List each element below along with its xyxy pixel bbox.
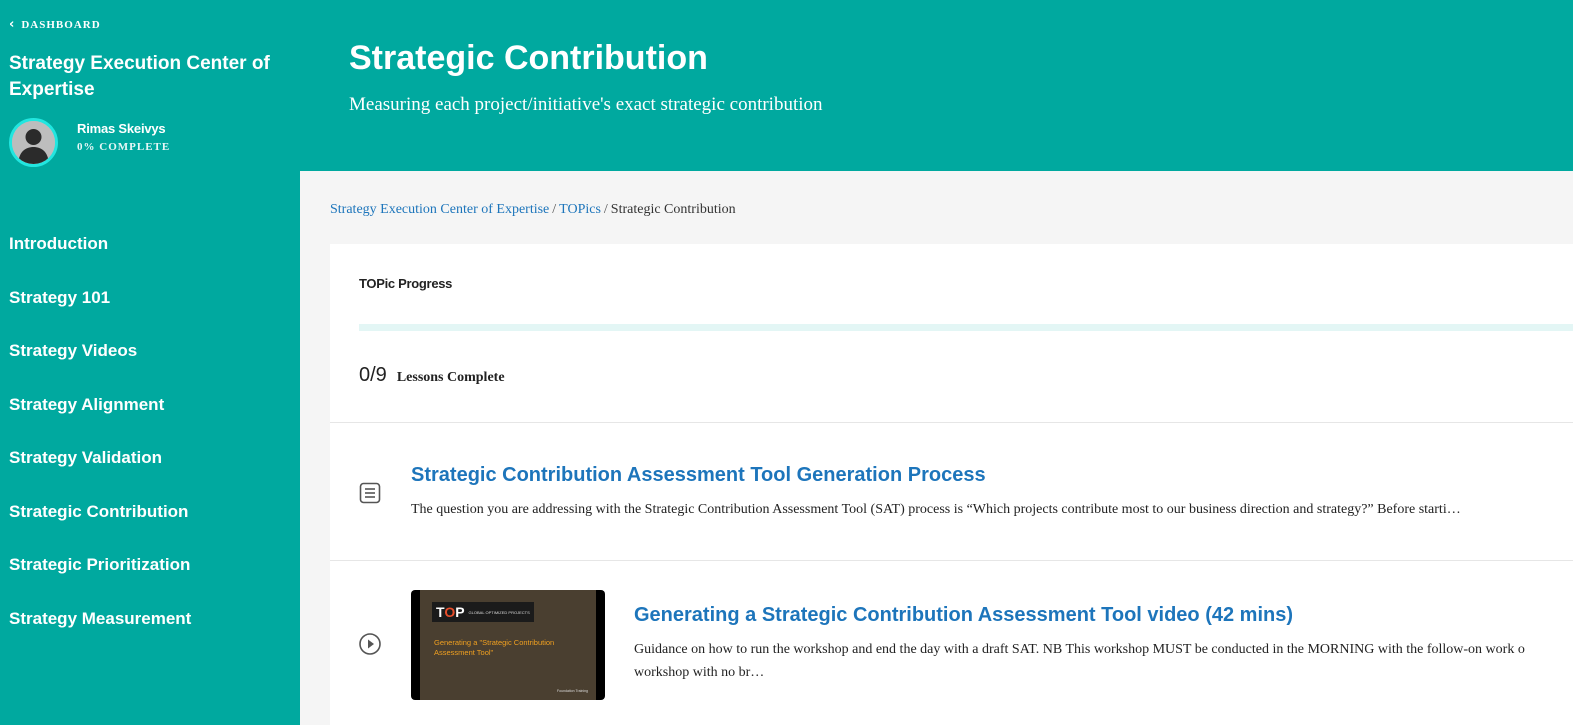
back-link-label: DASHBOARD xyxy=(21,18,101,31)
topic-card: TOPic Progress 0/9 Lessons Complete Stra… xyxy=(330,244,1573,725)
lesson-excerpt-line: workshop with no br… xyxy=(634,665,765,680)
breadcrumb-topics-link[interactable]: TOPics xyxy=(559,202,601,217)
top-logo: TOP GLOBAL OPTIMIZED PROJECTS xyxy=(432,602,534,622)
course-title: Strategy Execution Center of Expertise xyxy=(9,53,270,100)
lesson-excerpt-line: Guidance on how to run the workshop and … xyxy=(634,642,1525,657)
breadcrumb-current: Strategic Contribution xyxy=(610,202,736,217)
lessons-count-value: 0/9 xyxy=(359,364,387,386)
sidebar: ‹ DASHBOARD Strategy Execution Center of… xyxy=(0,0,300,725)
page-title: Strategic Contribution xyxy=(349,39,708,77)
lesson-excerpt: Guidance on how to run the workshop and … xyxy=(634,638,1573,684)
nav-item-strategy-validation[interactable]: Strategy Validation xyxy=(9,442,191,496)
nav-item-strategic-prioritization[interactable]: Strategic Prioritization xyxy=(9,549,191,603)
nav-item-strategy-videos[interactable]: Strategy Videos xyxy=(9,335,191,389)
progress-label: TOPic Progress xyxy=(359,276,453,291)
user-block: Rimas Skeivys 0% COMPLETE xyxy=(9,118,170,167)
lesson-item[interactable]: Strategic Contribution Assessment Tool G… xyxy=(330,423,1573,560)
breadcrumb-course-link[interactable]: Strategy Execution Center of Expertise xyxy=(330,202,549,217)
thumbnail-caption: Generating a "Strategic Contribution Ass… xyxy=(434,638,555,657)
play-circle-icon xyxy=(359,633,381,655)
nav-item-strategy-alignment[interactable]: Strategy Alignment xyxy=(9,389,191,443)
nav-item-strategy-measurement[interactable]: Strategy Measurement xyxy=(9,603,191,657)
user-name: Rimas Skeivys xyxy=(77,120,166,136)
avatar[interactable] xyxy=(9,118,58,167)
lessons-count: 0/9 Lessons Complete xyxy=(359,364,505,387)
topic-header: Strategic Contribution Measuring each pr… xyxy=(300,0,1573,171)
lesson-excerpt: The question you are addressing with the… xyxy=(411,502,1461,517)
lesson-title[interactable]: Generating a Strategic Contribution Asse… xyxy=(634,604,1293,627)
nav-item-introduction[interactable]: Introduction xyxy=(9,228,191,282)
user-progress: 0% COMPLETE xyxy=(77,140,171,153)
topic-nav: Introduction Strategy 101 Strategy Video… xyxy=(9,228,191,656)
page-subtitle: Measuring each project/initiative's exac… xyxy=(349,94,823,115)
document-icon xyxy=(359,482,381,504)
video-thumbnail[interactable]: TOP GLOBAL OPTIMIZED PROJECTS Generating… xyxy=(411,590,605,700)
breadcrumb-separator: / xyxy=(552,202,557,217)
breadcrumb: Strategy Execution Center of Expertise / T… xyxy=(330,202,736,218)
nav-item-strategy-101[interactable]: Strategy 101 xyxy=(9,282,191,336)
thumbnail-footer: Foundation Training xyxy=(557,689,588,693)
progress-bar xyxy=(359,324,1573,331)
chevron-left-icon: ‹ xyxy=(9,17,16,32)
breadcrumb-separator: / xyxy=(603,202,608,217)
nav-item-strategic-contribution[interactable]: Strategic Contribution xyxy=(9,496,191,550)
lessons-count-label: Lessons Complete xyxy=(396,370,505,385)
back-to-dashboard-link[interactable]: ‹ DASHBOARD xyxy=(9,18,101,31)
user-silhouette-icon xyxy=(12,121,55,164)
lesson-title[interactable]: Strategic Contribution Assessment Tool G… xyxy=(411,464,986,487)
